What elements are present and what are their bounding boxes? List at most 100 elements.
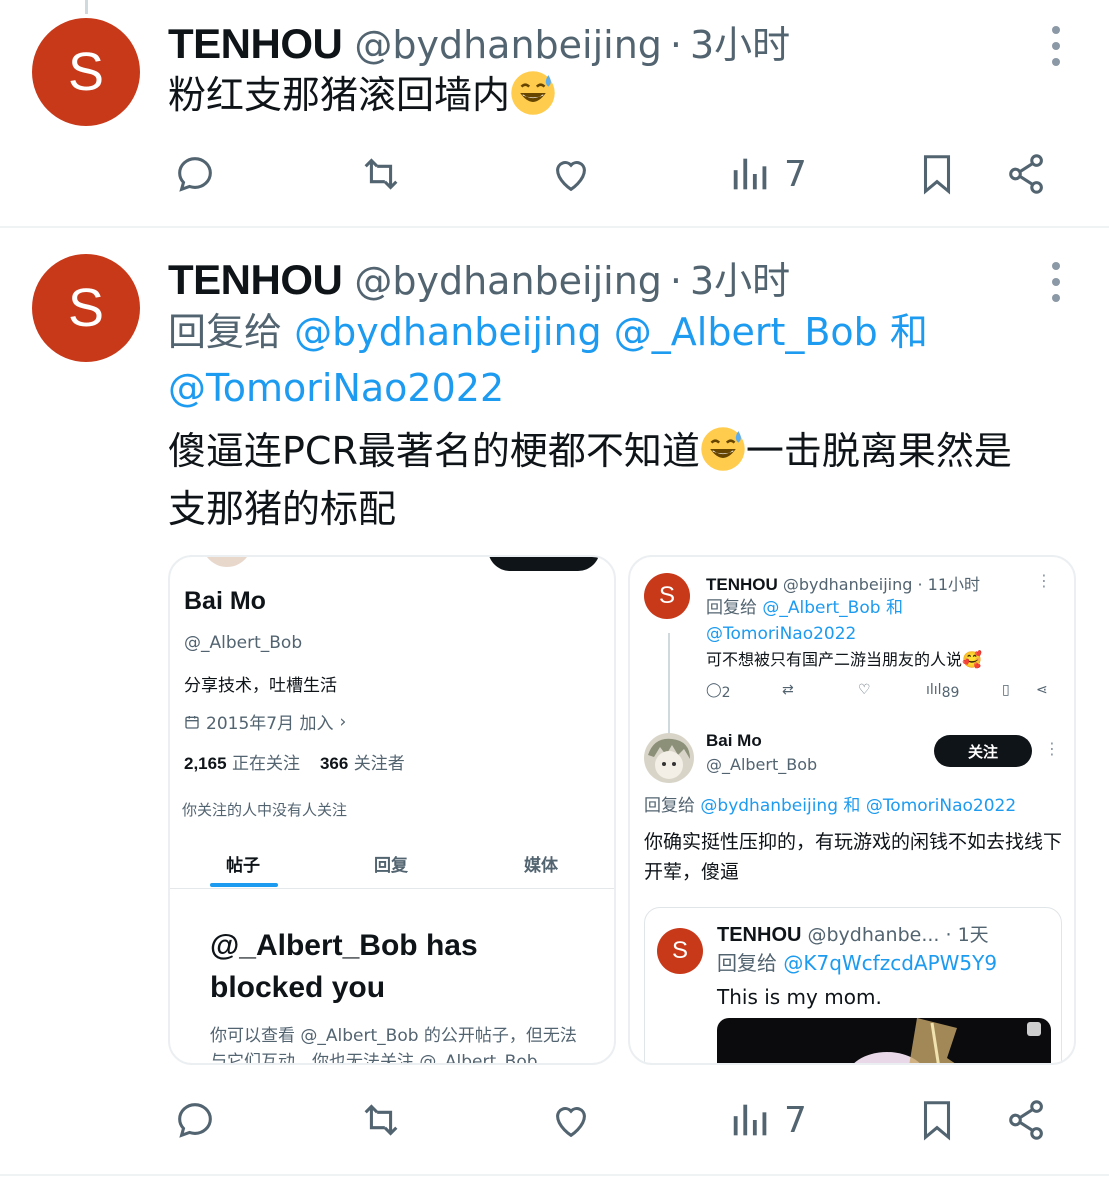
like-icon: ♡ xyxy=(858,682,871,698)
reply-icon xyxy=(178,157,212,192)
bookmark-button[interactable] xyxy=(914,144,960,204)
replying-to-label: 回复给 xyxy=(706,598,757,618)
profile-name: Bai Mo xyxy=(184,587,266,615)
tweet-text: 粉红支那猪滚回墙内 xyxy=(168,66,556,124)
profile-handle: @_Albert_Bob xyxy=(184,633,303,653)
followers-you-know: 你关注的人中没有人关注 xyxy=(182,801,348,819)
avatar-letter: S xyxy=(67,278,105,338)
bookmark-button[interactable] xyxy=(914,1090,960,1150)
display-name: Bai Mo xyxy=(706,731,762,750)
user-handle[interactable]: @bydhanbeijing xyxy=(354,259,662,303)
display-name: TENHOU xyxy=(717,924,802,946)
more-icon[interactable] xyxy=(1051,26,1061,66)
mention-link: @TomoriNao2022 xyxy=(706,624,857,644)
quoted-media-image xyxy=(717,1018,1051,1063)
tweet-text: 可不想被只有国产二游当朋友的人说🥰 xyxy=(706,650,982,669)
views-button[interactable]: 7 xyxy=(728,144,807,204)
tab-posts: 帖子 xyxy=(226,856,260,876)
replying-to-and: 和 xyxy=(843,796,861,816)
reply-icon xyxy=(178,1103,212,1138)
active-tab-indicator xyxy=(210,883,278,887)
views-count: 7 xyxy=(784,153,807,195)
tweet-text-body: 粉红支那猪滚回墙内 xyxy=(168,73,511,117)
more-icon: ⋮ xyxy=(1036,571,1052,590)
tweet-header: TENHOU @bydhanbe... · 1天 xyxy=(717,920,989,947)
retweet-icon xyxy=(364,1104,398,1136)
separator-dot: · xyxy=(669,23,682,67)
followers-count: 366 xyxy=(319,754,349,773)
separator-dot: · xyxy=(669,259,682,303)
display-name[interactable]: TENHOU xyxy=(168,20,343,68)
action-bar: ◯ 2 ⇄ ♡ ılıl 89 ▯ ⋖ xyxy=(706,679,1056,705)
tab-replies: 回复 xyxy=(374,856,408,876)
mention-link[interactable]: @TomoriNao2022 xyxy=(168,366,504,410)
avatar[interactable]: S xyxy=(32,18,140,126)
thread-connector xyxy=(668,633,670,743)
replying-to-and: 和 xyxy=(889,310,928,354)
views-icon xyxy=(733,158,767,190)
following-label: 正在关注 xyxy=(231,754,300,774)
avatar: S xyxy=(657,928,703,974)
replying-to-label: 回复给 xyxy=(717,951,777,975)
share-icon xyxy=(1009,1100,1043,1140)
tweet-header: TENHOU @bydhanbeijing · 3小时 xyxy=(168,250,790,305)
avatar: S xyxy=(644,573,690,619)
timestamp[interactable]: 3小时 xyxy=(690,14,790,69)
retweet-button[interactable] xyxy=(358,144,404,204)
bookmark-icon: ▯ xyxy=(1002,682,1010,698)
replying-to-label: 回复给 xyxy=(644,796,695,816)
tweet-text: 你确实挺性压抑的，有玩游戏的闲钱不如去找线下开荤，傻逼 xyxy=(644,831,1063,883)
profile-tabs: 帖子 回复 媒体 xyxy=(170,837,614,889)
chevron-right-icon: › xyxy=(339,711,347,732)
avatar[interactable]: S xyxy=(32,254,140,362)
share-button[interactable] xyxy=(1004,144,1050,204)
follow-button: 关注 xyxy=(934,735,1032,767)
display-name: TENHOU xyxy=(706,575,778,594)
views-icon xyxy=(733,1104,767,1136)
tweet-header: TENHOU @bydhanbeijing · 3小时 xyxy=(168,14,790,69)
tweet-text-body: 傻逼连PCR最著名的梗都不知道 xyxy=(168,429,700,473)
timestamp: · 1天 xyxy=(945,924,989,946)
tweet-text: This is my mom. xyxy=(717,985,882,1009)
replying-to: 回复给 @K7qWcfzcdAPW5Y9 xyxy=(717,950,1057,976)
replying-to-label: 回复给 xyxy=(168,310,283,354)
more-icon[interactable] xyxy=(1051,262,1061,302)
action-bar: 7 xyxy=(0,1090,1109,1150)
reply-button[interactable] xyxy=(172,1090,218,1150)
tab-media: 媒体 xyxy=(524,856,558,876)
mention-link: @_Albert_Bob xyxy=(762,598,881,618)
sweat-smile-emoji xyxy=(701,427,745,471)
like-button[interactable] xyxy=(548,144,594,204)
avatar-letter: S xyxy=(671,937,688,964)
reply-button[interactable] xyxy=(172,144,218,204)
bookmark-icon xyxy=(923,1101,951,1141)
tweet-divider xyxy=(0,226,1109,228)
follow-button xyxy=(488,557,600,571)
media-image-conversation[interactable]: S TENHOU @bydhanbeijing · 11小时 ⋮ 回复给 @_A… xyxy=(628,555,1076,1065)
replying-to: 回复给 @bydhanbeijing @_Albert_Bob 和 @Tomor… xyxy=(168,304,1008,416)
retweet-icon: ⇄ xyxy=(782,682,794,698)
tweet-header: Bai Mo xyxy=(706,731,762,751)
mention-link: @bydhanbeijing xyxy=(700,796,838,816)
media-grid[interactable]: Bai Mo @_Albert_Bob 分享技术，吐槽生活 2015年7月 加入… xyxy=(168,555,1076,1065)
tweet[interactable]: S TENHOU @bydhanbeijing · 3小时 粉红支那猪滚回墙内 … xyxy=(0,0,1109,226)
views-icon: ılıl 89 xyxy=(926,682,960,701)
mention-link[interactable]: @_Albert_Bob xyxy=(614,310,878,354)
user-handle[interactable]: @bydhanbeijing xyxy=(354,23,662,67)
reply-icon: ◯ 2 xyxy=(706,682,731,701)
sweat-smile-emoji xyxy=(511,71,555,115)
media-image-profile[interactable]: Bai Mo @_Albert_Bob 分享技术，吐槽生活 2015年7月 加入… xyxy=(168,555,616,1065)
views-count: 7 xyxy=(784,1099,807,1141)
like-button[interactable] xyxy=(548,1090,594,1150)
tweet[interactable]: S TENHOU @bydhanbeijing · 3小时 回复给 @bydha… xyxy=(0,230,1109,1174)
mention-link[interactable]: @bydhanbeijing xyxy=(294,310,602,354)
mention-link: @K7qWcfzcdAPW5Y9 xyxy=(783,951,998,975)
avatar xyxy=(202,557,252,567)
display-name[interactable]: TENHOU xyxy=(168,256,343,304)
retweet-button[interactable] xyxy=(358,1090,404,1150)
share-button[interactable] xyxy=(1004,1090,1050,1150)
profile-bio: 分享技术，吐槽生活 xyxy=(184,676,337,696)
timestamp[interactable]: 3小时 xyxy=(690,250,790,305)
views-button[interactable]: 7 xyxy=(728,1090,807,1150)
retweet-icon xyxy=(364,158,398,190)
